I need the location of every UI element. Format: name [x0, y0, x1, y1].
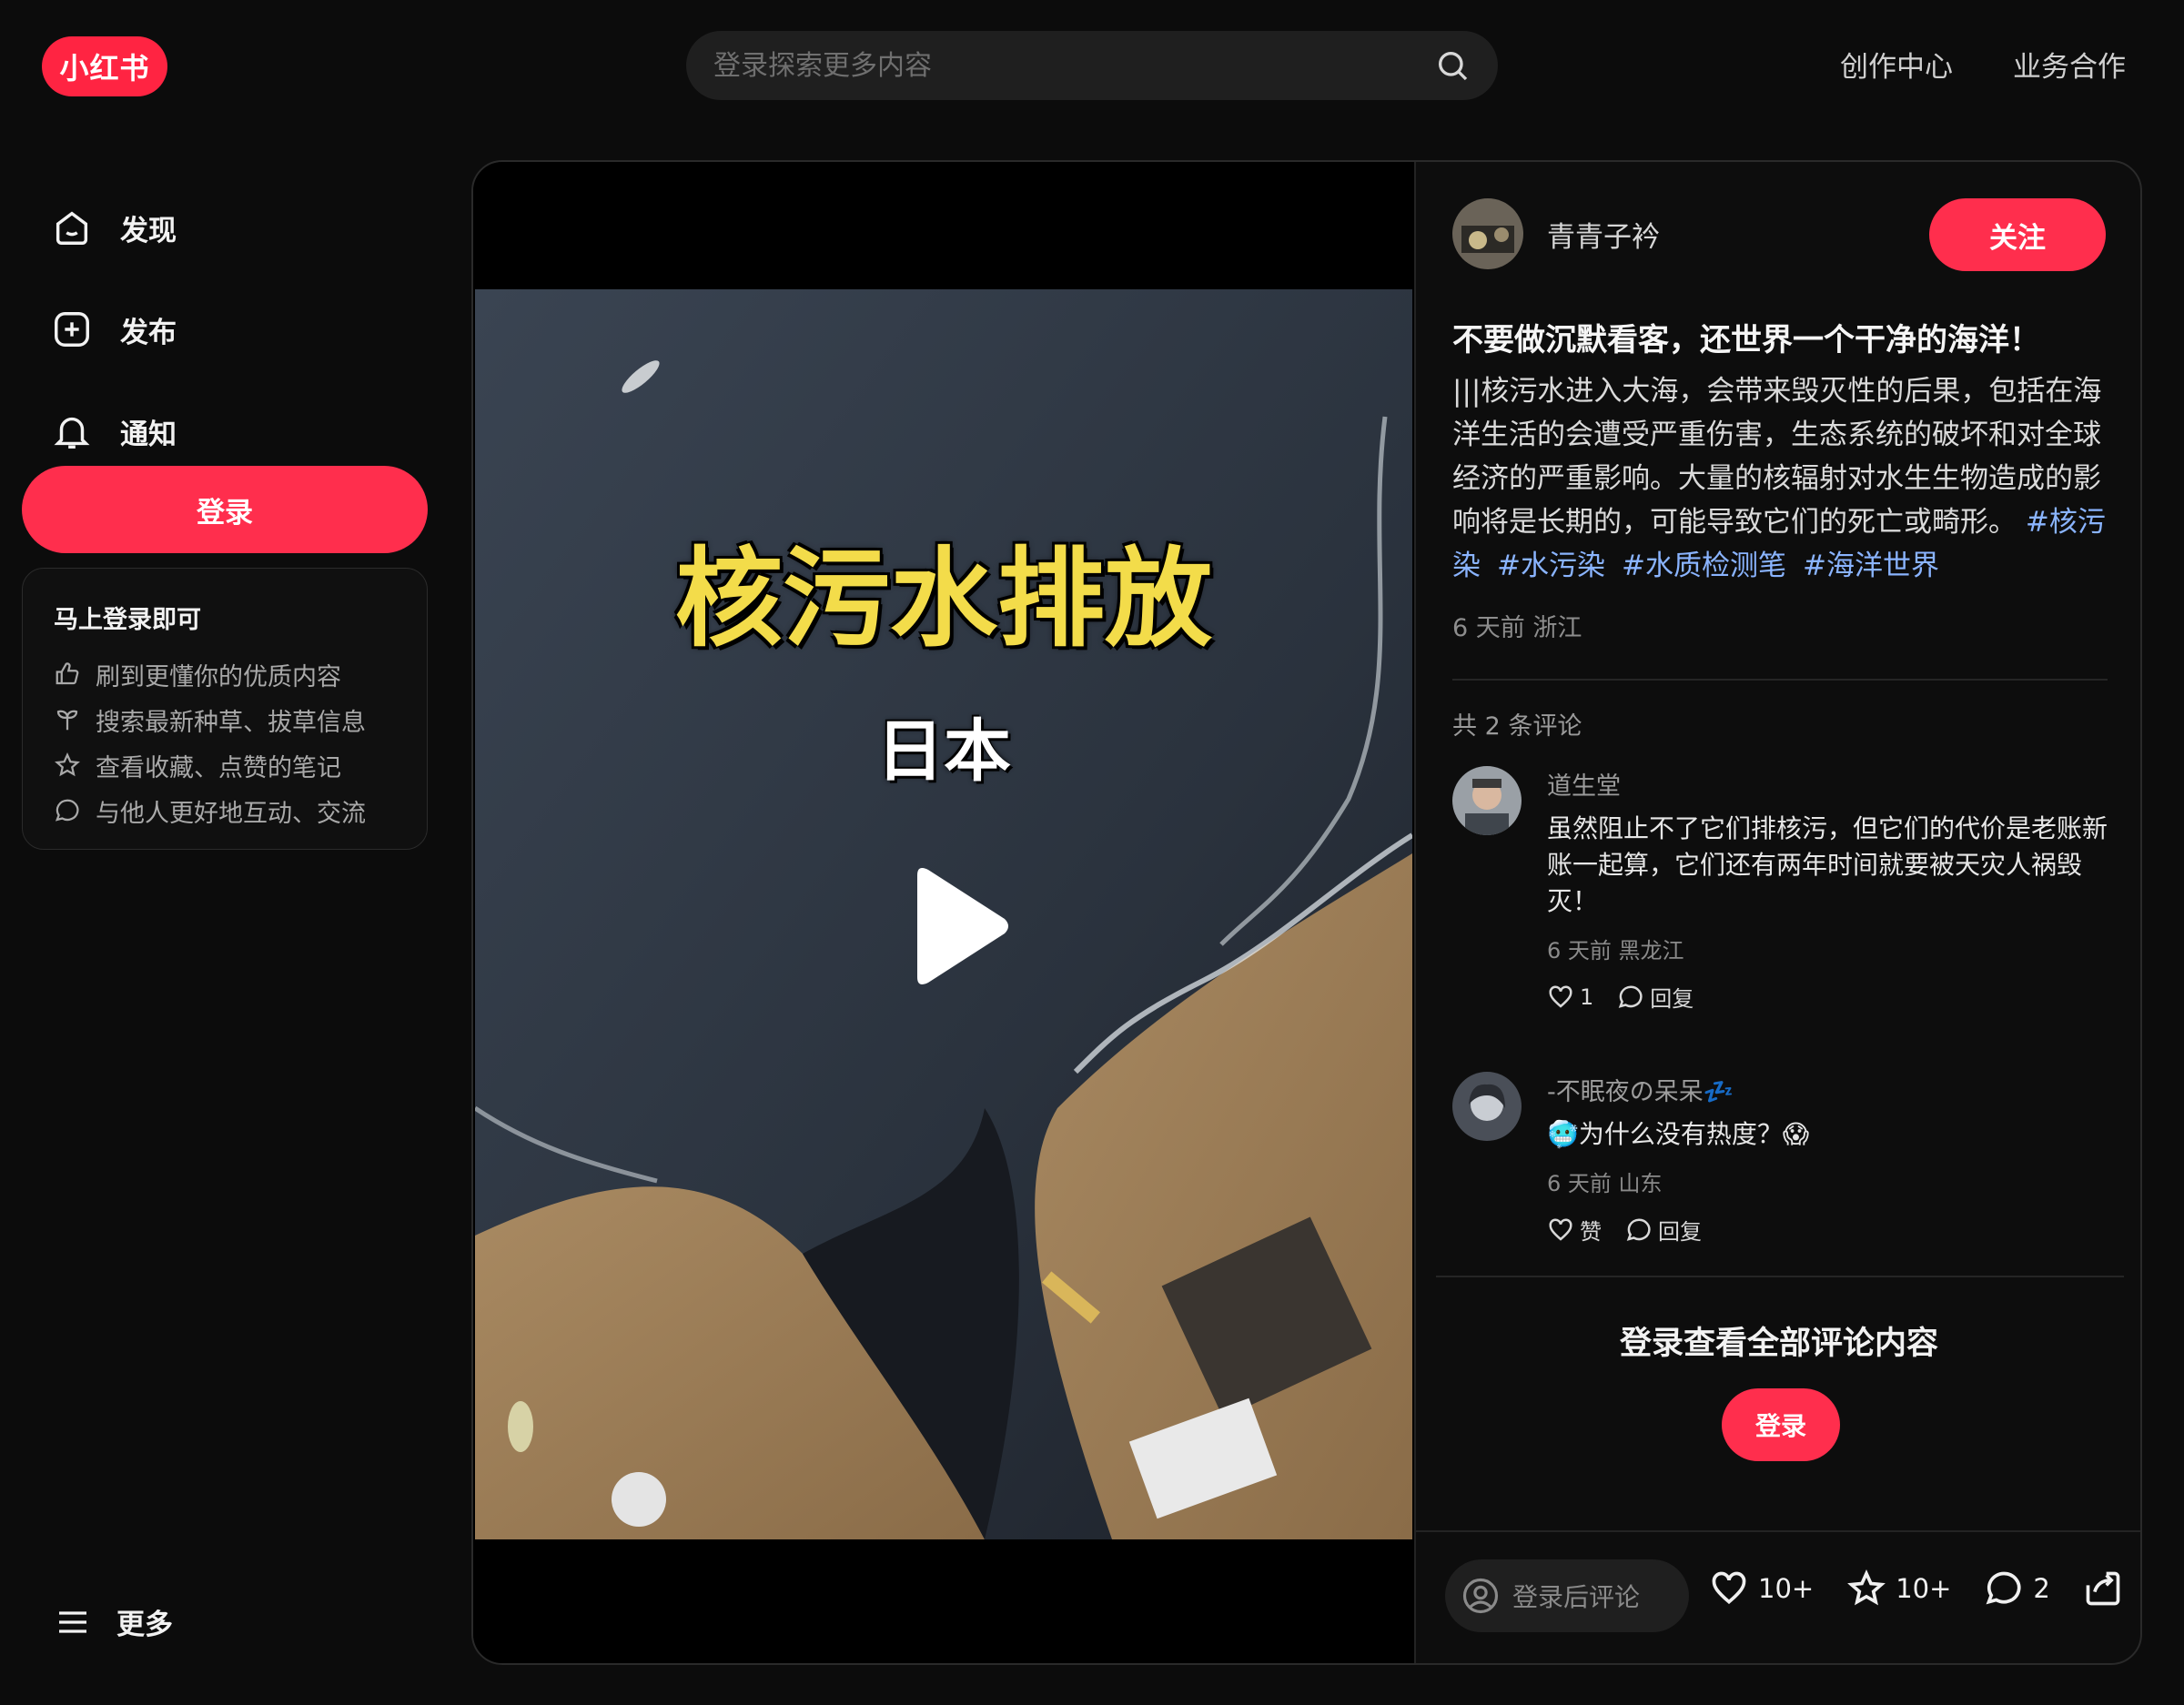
- video-player[interactable]: 核污水排放 日本: [473, 162, 1414, 1663]
- discover-icon: [51, 207, 93, 248]
- play-icon[interactable]: [903, 864, 1012, 988]
- hashtag[interactable]: #水质检测笔: [1622, 550, 1786, 582]
- comment-input-placeholder: 登录后评论: [1512, 1582, 1641, 1612]
- login-hint: 登录查看全部评论内容: [1619, 1326, 1938, 1362]
- note-title: 不要做沉默看客，还世界一个干净的海洋！: [1452, 322, 2040, 358]
- note-date-location: 6 天前 浙江: [1452, 614, 1582, 642]
- comment-input[interactable]: 登录后评论: [1445, 1559, 1689, 1632]
- sidebar-nav: 发现 发布 通知: [51, 177, 433, 482]
- comments-login-button[interactable]: 登录: [1722, 1388, 1840, 1461]
- heart-icon: [1709, 1569, 1749, 1609]
- comment-total: 2: [2033, 1573, 2050, 1604]
- comment-reply-label: 回复: [1658, 1219, 1702, 1245]
- comment-like-button[interactable]: 赞: [1547, 1214, 1602, 1246]
- user-icon: [1461, 1577, 1500, 1615]
- menu-icon: [55, 1604, 91, 1640]
- video-frame[interactable]: 核污水排放 日本: [475, 289, 1412, 1539]
- sidebar-item-label: 发布: [120, 316, 177, 349]
- promo-item: 与他人更好地互动、交流: [54, 788, 396, 833]
- sidebar-item-discover[interactable]: 发现: [51, 177, 433, 278]
- sidebar-item-label: 通知: [120, 418, 177, 451]
- sprout-icon: [54, 706, 81, 733]
- comment-text: 虽然阻止不了它们排核污，但它们的代价是老账新账一起算，它们还有两年时间就要被天灾…: [1547, 813, 2108, 916]
- comment-reply-label: 回复: [1650, 986, 1694, 1012]
- hashtag[interactable]: #水污染: [1497, 550, 1605, 582]
- bell-icon: [51, 410, 93, 452]
- thumb-up-icon: [54, 661, 81, 688]
- more-label: 更多: [116, 1609, 173, 1641]
- note-description-text: |||核污水进入大海，会带来毁灭性的后果，包括在海洋生活的会遭受严重伤害，生态系…: [1452, 375, 2102, 539]
- note-description: |||核污水进入大海，会带来毁灭性的后果，包括在海洋生活的会遭受严重伤害，生态系…: [1452, 369, 2117, 588]
- heart-icon: [1547, 1216, 1574, 1244]
- stats: 10+ 10+ 2: [1709, 1569, 2132, 1609]
- note-detail-panel: 青青子衿 关注 不要做沉默看客，还世界一个干净的海洋！ |||核污水进入大海，会…: [1414, 162, 2140, 1663]
- reply-icon: [1625, 1216, 1653, 1244]
- promo-item-text: 查看收藏、点赞的笔记: [96, 753, 341, 782]
- comment-like-count: 赞: [1580, 1219, 1602, 1245]
- comment-button[interactable]: 2: [1984, 1569, 2050, 1609]
- sidebar-item-label: 发现: [120, 214, 177, 247]
- publish-icon: [51, 308, 93, 350]
- creator-center-link[interactable]: 创作中心: [1840, 44, 1953, 85]
- search-icon[interactable]: [1434, 47, 1471, 84]
- comment-username[interactable]: 道生堂: [1547, 766, 2108, 802]
- video-caption-main: 核污水排放: [674, 536, 1212, 661]
- more-menu[interactable]: 更多: [55, 1601, 173, 1642]
- business-link[interactable]: 业务合作: [2013, 44, 2126, 85]
- comment-actions: 1 回复: [1547, 981, 2108, 1013]
- divider: [1436, 1276, 2124, 1277]
- author-info[interactable]: 青青子衿: [1452, 198, 1660, 269]
- top-links: 创作中心 业务合作: [1840, 44, 2126, 85]
- star-icon: [1846, 1569, 1886, 1609]
- comment-text: 🥶为什么没有热度？😱: [1547, 1119, 1810, 1149]
- share-icon: [2083, 1569, 2123, 1609]
- promo-title: 马上登录即可: [54, 606, 201, 634]
- avatar[interactable]: [1452, 1072, 1522, 1141]
- comment-like-count: 1: [1580, 984, 1594, 1010]
- reply-icon: [1617, 984, 1644, 1011]
- divider: [1452, 679, 2108, 681]
- page: 小红书 创作中心 业务合作 发现 发布 通知 登录: [0, 0, 2184, 1705]
- comment-username[interactable]: -不眠夜の呆呆💤: [1547, 1072, 2108, 1107]
- promo-item: 查看收藏、点赞的笔记: [54, 742, 396, 788]
- comment-item: -不眠夜の呆呆💤 🥶为什么没有热度？😱 6 天前 山东 赞 回复: [1452, 1072, 2108, 1246]
- comment-meta: 6 天前 黑龙江: [1547, 938, 1684, 963]
- promo-item-text: 刷到更懂你的优质内容: [96, 662, 341, 691]
- like-button[interactable]: 10+: [1709, 1569, 1814, 1609]
- promo-item: 刷到更懂你的优质内容: [54, 651, 396, 697]
- engagement-bar: 登录后评论 10+ 10+ 2: [1416, 1530, 2140, 1663]
- promo-item-text: 搜索最新种草、拔草信息: [96, 708, 366, 737]
- sidebar-item-publish[interactable]: 发布: [51, 278, 433, 380]
- comment-meta: 6 天前 山东: [1547, 1171, 1663, 1196]
- sidebar-login-button[interactable]: 登录: [22, 466, 428, 553]
- share-button[interactable]: [2083, 1569, 2132, 1609]
- note-card: 核污水排放 日本 青青子衿 关注 不要做沉默看客，还世界一个干净的海洋！ |||…: [471, 160, 2142, 1665]
- follow-button[interactable]: 关注: [1929, 198, 2106, 271]
- search-input[interactable]: [713, 49, 1434, 82]
- promo-item: 搜索最新种草、拔草信息: [54, 697, 396, 742]
- chat-icon: [1984, 1569, 2024, 1609]
- avatar[interactable]: [1452, 766, 1522, 835]
- comment-item: 道生堂 虽然阻止不了它们排核污，但它们的代价是老账新账一起算，它们还有两年时间就…: [1452, 766, 2108, 1013]
- chat-icon: [54, 797, 81, 824]
- avatar[interactable]: [1452, 198, 1523, 269]
- collect-button[interactable]: 10+: [1846, 1569, 1951, 1609]
- search-bar[interactable]: [686, 31, 1498, 100]
- collect-count: 10+: [1896, 1573, 1952, 1604]
- author-name[interactable]: 青青子衿: [1547, 214, 1660, 255]
- star-icon: [54, 752, 81, 779]
- like-count: 10+: [1758, 1573, 1815, 1604]
- comment-like-button[interactable]: 1: [1547, 984, 1593, 1011]
- promo-item-text: 与他人更好地互动、交流: [96, 799, 366, 828]
- video-caption-sub: 日本: [876, 712, 1011, 791]
- comment-reply-button[interactable]: 回复: [1625, 1214, 1702, 1246]
- comment-count: 共 2 条评论: [1452, 712, 1582, 741]
- login-promo-panel: 马上登录即可 刷到更懂你的优质内容 搜索最新种草、拔草信息 查看收藏、点赞的笔记: [22, 568, 428, 850]
- logo[interactable]: 小红书: [42, 36, 167, 96]
- comment-reply-button[interactable]: 回复: [1617, 981, 1694, 1013]
- comment-actions: 赞 回复: [1547, 1214, 2108, 1246]
- heart-icon: [1547, 984, 1574, 1011]
- hashtag[interactable]: #海洋世界: [1803, 550, 1939, 582]
